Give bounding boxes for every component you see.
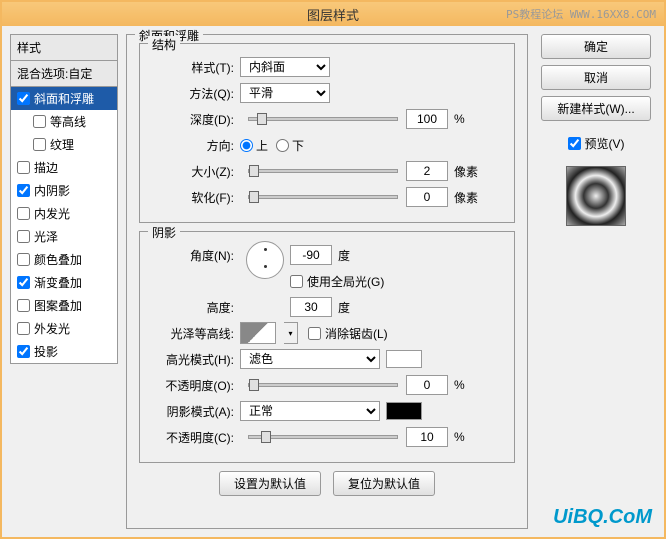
global-light-checkbox[interactable] <box>290 275 303 288</box>
drop-shadow-checkbox[interactable] <box>17 345 30 358</box>
shadow-mode-select[interactable]: 正常 <box>240 401 380 421</box>
direction-down-radio[interactable]: 下 <box>276 137 304 154</box>
altitude-label: 高度: <box>150 299 240 316</box>
ok-button[interactable]: 确定 <box>541 34 651 59</box>
window-title: 图层样式 <box>307 5 359 24</box>
set-default-button[interactable]: 设置为默认值 <box>219 471 321 496</box>
stroke-checkbox[interactable] <box>17 161 30 174</box>
highlight-opacity-slider[interactable] <box>248 383 398 387</box>
style-item-color-overlay[interactable]: 颜色叠加 <box>11 248 117 271</box>
altitude-unit: 度 <box>338 299 350 316</box>
gradient-overlay-checkbox[interactable] <box>17 276 30 289</box>
technique-label: 方法(Q): <box>150 85 240 102</box>
cancel-button[interactable]: 取消 <box>541 65 651 90</box>
new-style-button[interactable]: 新建样式(W)... <box>541 96 651 121</box>
outer-glow-checkbox[interactable] <box>17 322 30 335</box>
style-item-contour[interactable]: 等高线 <box>11 110 117 133</box>
style-item-pattern-overlay[interactable]: 图案叠加 <box>11 294 117 317</box>
global-light-label: 使用全局光(G) <box>307 273 384 290</box>
style-item-stroke[interactable]: 描边 <box>11 156 117 179</box>
satin-checkbox[interactable] <box>17 230 30 243</box>
altitude-input[interactable] <box>290 297 332 317</box>
inner-shadow-checkbox[interactable] <box>17 184 30 197</box>
style-list: 斜面和浮雕 等高线 纹理 描边 内阴影 内发光 光泽 颜色叠加 渐变叠加 图案叠… <box>10 87 118 364</box>
depth-slider[interactable] <box>248 117 398 121</box>
reset-default-button[interactable]: 复位为默认值 <box>333 471 435 496</box>
style-item-gradient-overlay[interactable]: 渐变叠加 <box>11 271 117 294</box>
shadow-opacity-unit: % <box>454 430 465 444</box>
settings-panel: 斜面和浮雕 结构 样式(T): 内斜面 方法(Q): 平滑 深度(D): % <box>126 34 528 529</box>
depth-label: 深度(D): <box>150 111 240 128</box>
style-item-inner-shadow[interactable]: 内阴影 <box>11 179 117 202</box>
highlight-opacity-input[interactable] <box>406 375 448 395</box>
watermark-top: PS教程论坛 WWW.16XX8.COM <box>506 6 656 22</box>
style-item-texture[interactable]: 纹理 <box>11 133 117 156</box>
angle-label: 角度(N): <box>150 247 240 264</box>
titlebar: 图层样式 PS教程论坛 WWW.16XX8.COM <box>2 2 664 26</box>
highlight-color-swatch[interactable] <box>386 350 422 368</box>
style-item-satin[interactable]: 光泽 <box>11 225 117 248</box>
styles-header[interactable]: 样式 <box>10 34 118 61</box>
size-label: 大小(Z): <box>150 163 240 180</box>
antialias-label: 消除锯齿(L) <box>325 325 388 342</box>
shading-fieldset: 阴影 角度(N): 度 使用全局光(G) <box>139 231 515 463</box>
antialias-checkbox[interactable] <box>308 327 321 340</box>
texture-checkbox[interactable] <box>33 138 46 151</box>
size-input[interactable] <box>406 161 448 181</box>
shadow-color-swatch[interactable] <box>386 402 422 420</box>
content: 样式 混合选项:自定 斜面和浮雕 等高线 纹理 描边 内阴影 内发光 光泽 颜色… <box>2 26 664 537</box>
soften-unit: 像素 <box>454 189 478 206</box>
preview-label: 预览(V) <box>585 135 625 152</box>
style-item-bevel[interactable]: 斜面和浮雕 <box>11 87 117 110</box>
style-item-outer-glow[interactable]: 外发光 <box>11 317 117 340</box>
watermark-bottom: UiBQ.CoM <box>553 506 652 529</box>
gloss-contour-picker[interactable] <box>240 322 276 344</box>
inner-glow-checkbox[interactable] <box>17 207 30 220</box>
style-label: 样式(T): <box>150 59 240 76</box>
depth-input[interactable] <box>406 109 448 129</box>
contour-checkbox[interactable] <box>33 115 46 128</box>
chevron-down-icon[interactable]: ▾ <box>284 322 298 344</box>
depth-unit: % <box>454 112 465 126</box>
preview-thumbnail <box>566 166 626 226</box>
layer-style-dialog: 图层样式 PS教程论坛 WWW.16XX8.COM 样式 混合选项:自定 斜面和… <box>0 0 666 539</box>
technique-select[interactable]: 平滑 <box>240 83 330 103</box>
style-item-inner-glow[interactable]: 内发光 <box>11 202 117 225</box>
styles-panel: 样式 混合选项:自定 斜面和浮雕 等高线 纹理 描边 内阴影 内发光 光泽 颜色… <box>10 34 118 529</box>
pattern-overlay-checkbox[interactable] <box>17 299 30 312</box>
angle-input[interactable] <box>290 245 332 265</box>
shadow-opacity-input[interactable] <box>406 427 448 447</box>
shadow-opacity-label: 不透明度(C): <box>150 429 240 446</box>
blend-options[interactable]: 混合选项:自定 <box>10 61 118 87</box>
default-buttons: 设置为默认值 复位为默认值 <box>139 471 515 496</box>
angle-unit: 度 <box>338 247 350 264</box>
shadow-mode-label: 阴影模式(A): <box>150 403 240 420</box>
highlight-opacity-unit: % <box>454 378 465 392</box>
angle-dial[interactable] <box>246 241 284 279</box>
highlight-mode-select[interactable]: 滤色 <box>240 349 380 369</box>
style-select[interactable]: 内斜面 <box>240 57 330 77</box>
highlight-opacity-label: 不透明度(O): <box>150 377 240 394</box>
size-unit: 像素 <box>454 163 478 180</box>
color-overlay-checkbox[interactable] <box>17 253 30 266</box>
direction-label: 方向: <box>150 137 240 154</box>
size-slider[interactable] <box>248 169 398 173</box>
direction-up-radio[interactable]: 上 <box>240 137 268 154</box>
structure-title: 结构 <box>148 36 180 53</box>
preview-checkbox[interactable] <box>568 137 581 150</box>
shading-title: 阴影 <box>148 224 180 241</box>
bevel-checkbox[interactable] <box>17 92 30 105</box>
right-panel: 确定 取消 新建样式(W)... 预览(V) <box>536 34 656 529</box>
structure-fieldset: 结构 样式(T): 内斜面 方法(Q): 平滑 深度(D): % 方向: <box>139 43 515 223</box>
soften-input[interactable] <box>406 187 448 207</box>
shadow-opacity-slider[interactable] <box>248 435 398 439</box>
highlight-mode-label: 高光模式(H): <box>150 351 240 368</box>
gloss-label: 光泽等高线: <box>150 325 240 342</box>
soften-label: 软化(F): <box>150 189 240 206</box>
style-item-drop-shadow[interactable]: 投影 <box>11 340 117 363</box>
soften-slider[interactable] <box>248 195 398 199</box>
